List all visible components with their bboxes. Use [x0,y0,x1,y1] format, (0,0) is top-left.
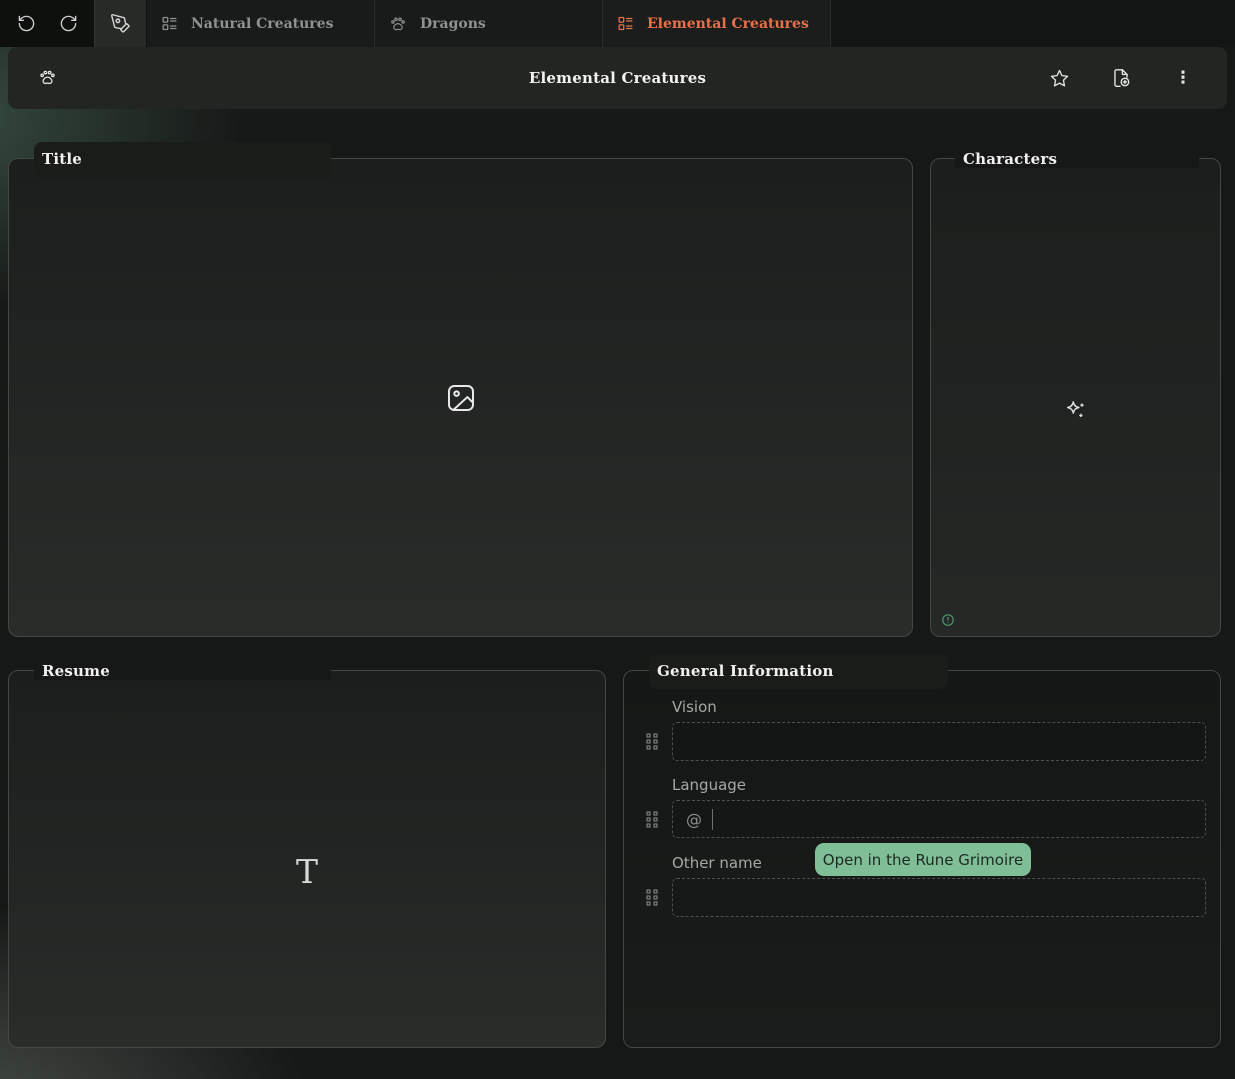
title-panel-legend: Title [34,142,331,177]
favorite-button[interactable] [1045,64,1073,92]
other-name-field-label: Other name [672,854,762,872]
language-drag-handle[interactable] [646,811,659,828]
vision-drag-handle[interactable] [646,733,659,750]
mention-at-icon: @ [686,810,702,829]
panel-label: Resume [42,662,110,680]
info-alert-icon [941,613,955,627]
other-name-input[interactable] [672,878,1206,917]
resume-text-area[interactable]: T [9,671,605,1047]
cover-image-dropzone[interactable] [9,159,912,636]
panel-label: Title [42,150,82,168]
title-panel: Title [8,158,913,637]
panel-label: Characters [963,150,1057,168]
characters-generate-area[interactable] [931,171,1220,648]
button-label: Open in the Rune Grimoire [823,851,1023,869]
text-placeholder-icon: T [296,852,318,891]
pen-tool-icon [110,13,131,34]
creature-paw-icon [38,68,57,87]
resume-panel-legend: Resume [34,662,331,680]
open-rune-grimoire-button[interactable]: Open in the Rune Grimoire [815,843,1031,876]
undo-icon [17,14,36,33]
tab-label: Elemental Creatures [647,16,809,32]
tab-label: Dragons [420,16,486,32]
other-name-drag-handle[interactable] [646,889,659,906]
tab-bar-empty-space [831,0,1235,47]
file-plus-icon [1110,67,1132,89]
text-caret [712,809,713,830]
characters-panel: Characters [930,158,1221,637]
layout-list-icon [617,15,634,32]
history-controls [0,0,94,47]
vision-field-label: Vision [672,698,717,716]
general-information-legend: General Information [649,654,948,689]
language-field-label: Language [672,776,746,794]
kebab-menu-icon: ⋮ [1175,70,1192,87]
page-header: Elemental Creatures ⋮ [8,47,1227,109]
panel-label: General Information [657,662,834,680]
tab-label: Natural Creatures [191,16,333,32]
paw-icon [389,15,407,33]
tab-natural-creatures[interactable]: Natural Creatures [147,0,375,47]
resume-panel: Resume T [8,670,606,1048]
tab-editor-pen[interactable] [94,0,147,47]
new-document-button[interactable] [1107,64,1135,92]
redo-button[interactable] [50,6,86,42]
image-placeholder-icon [445,382,477,414]
more-options-button[interactable]: ⋮ [1169,64,1197,92]
panel-info-indicator[interactable] [941,613,955,627]
header-actions: ⋮ [1045,47,1197,109]
characters-panel-legend: Characters [955,150,1199,168]
general-information-panel: General Information Vision Language @ [623,670,1221,1048]
tab-dragons[interactable]: Dragons [375,0,603,47]
tab-bar: Natural Creatures Dragons Elemental Crea… [0,0,1235,47]
vision-input[interactable] [672,722,1206,761]
language-input[interactable]: @ [672,800,1206,838]
tab-elemental-creatures[interactable]: Elemental Creatures [603,0,831,47]
app-window: Natural Creatures Dragons Elemental Crea… [0,0,1235,1079]
layout-list-icon [161,15,178,32]
star-icon [1049,68,1070,89]
sparkles-icon [1063,397,1089,423]
redo-icon [59,14,78,33]
undo-button[interactable] [8,6,44,42]
